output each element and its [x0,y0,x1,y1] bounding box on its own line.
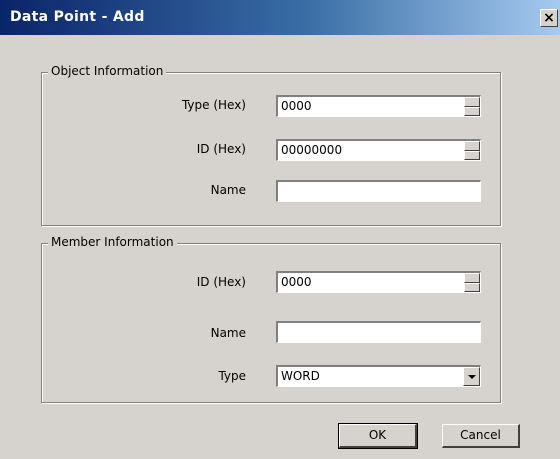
member-id-value: 0000 [281,275,312,289]
member-id-field[interactable]: 0000 [276,271,481,293]
member-id-spinner[interactable] [464,273,480,292]
member-type-value: WORD [281,369,320,383]
member-information-label: Member Information [48,235,177,249]
object-name-field[interactable] [276,180,481,202]
object-type-label: Type (Hex) [181,98,246,112]
object-information-label: Object Information [48,64,167,78]
title-bar: Data Point - Add × [0,0,560,35]
member-type-dropdown[interactable]: WORD [276,365,481,387]
object-type-field[interactable]: 0000 [276,95,481,117]
object-type-value: 0000 [281,99,312,113]
object-type-spinner[interactable] [464,97,480,116]
cancel-button[interactable]: Cancel [442,424,520,448]
member-type-label: Type [218,369,246,383]
object-id-spinner[interactable] [464,141,480,160]
member-id-label: ID (Hex) [196,275,246,289]
chevron-down-icon[interactable] [463,367,480,386]
object-id-label: ID (Hex) [196,142,246,156]
object-id-field[interactable]: 00000000 [276,139,481,161]
close-button[interactable]: × [540,9,558,27]
dialog-title: Data Point - Add [10,9,145,25]
member-name-label: Name [210,326,246,340]
ok-button[interactable]: OK [338,423,418,449]
object-id-value: 00000000 [281,143,343,157]
object-name-label: Name [210,183,246,197]
member-name-field[interactable] [276,321,481,343]
